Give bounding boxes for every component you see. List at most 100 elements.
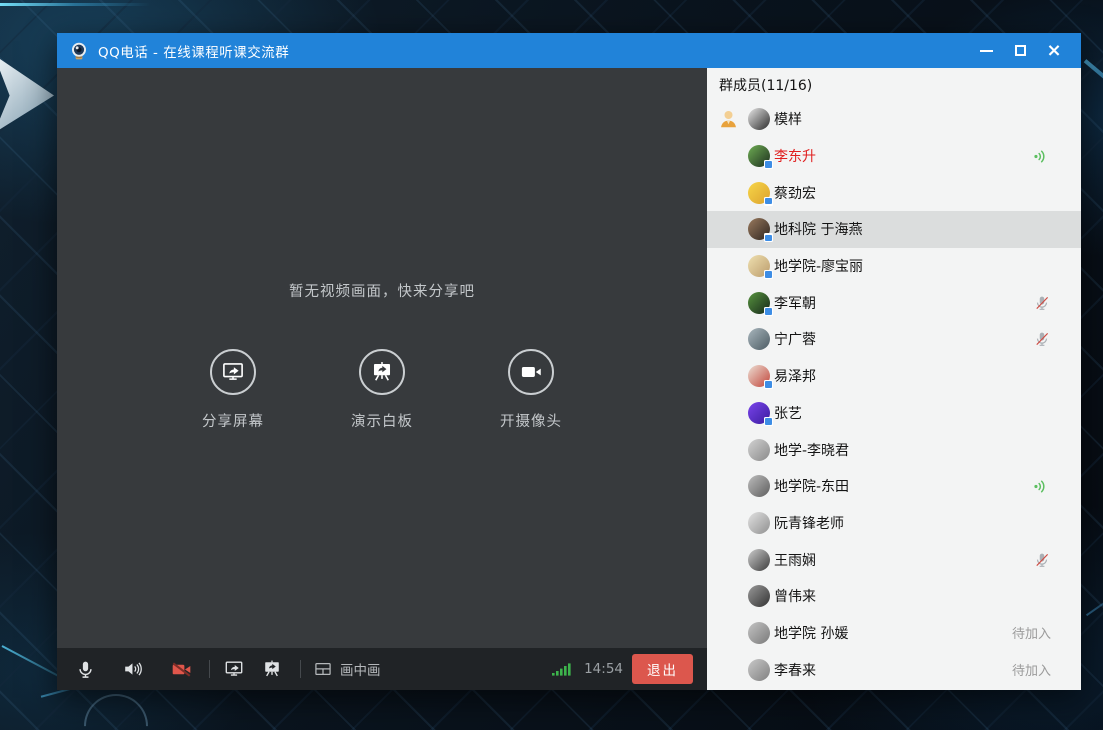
owner-icon <box>718 108 739 129</box>
mobile-badge <box>764 197 773 206</box>
member-row[interactable]: 张艺 <box>707 395 1081 432</box>
avatar <box>748 108 770 130</box>
member-row[interactable]: 王雨娴 <box>707 541 1081 578</box>
member-name: 曾伟来 <box>774 586 816 606</box>
avatar <box>748 475 770 497</box>
member-name: 地科院 于海燕 <box>774 219 862 239</box>
minimize-button[interactable] <box>969 38 1003 64</box>
mobile-badge <box>764 307 773 316</box>
avatar <box>748 659 770 681</box>
toolbar-right: 14:54 退出 <box>551 654 693 684</box>
titlebar[interactable]: QQ电话 - 在线课程听课交流群 × <box>57 33 1081 68</box>
member-row[interactable]: 易泽邦 <box>707 358 1081 395</box>
members-panel: 群成员(11/16) 模样李东升 蔡劲宏地科院 于海燕地学院-廖宝丽李军朝 宁广… <box>707 68 1081 690</box>
member-row[interactable]: 曾伟来 <box>707 578 1081 615</box>
muted-mic-icon <box>1033 551 1051 569</box>
member-row[interactable]: 宁广蓉 <box>707 321 1081 358</box>
window-controls: × <box>969 38 1071 64</box>
member-name: 李军朝 <box>774 293 816 313</box>
toolbar-separator <box>209 660 210 678</box>
qq-call-logo-icon <box>69 41 89 61</box>
member-name: 地学院-廖宝丽 <box>774 256 863 276</box>
light-streak <box>1086 586 1103 616</box>
avatar <box>748 585 770 607</box>
avatar <box>748 512 770 534</box>
avatar <box>748 255 770 277</box>
member-name: 李东升 <box>774 146 816 166</box>
mobile-badge <box>764 380 773 389</box>
muted-mic-icon <box>1033 294 1051 312</box>
pending-label: 待加入 <box>1012 623 1051 642</box>
camera-icon <box>508 349 554 395</box>
share-screen-button[interactable]: 分享屏幕 <box>202 349 264 431</box>
member-name: 模样 <box>774 109 802 129</box>
member-name: 地学院-东田 <box>774 476 849 496</box>
avatar <box>748 328 770 350</box>
speaker-button[interactable] <box>121 657 145 681</box>
share-screen-toolbar-button[interactable] <box>222 657 246 681</box>
member-row[interactable]: 地学-李晓君 <box>707 431 1081 468</box>
camera-button[interactable]: 开摄像头 <box>500 349 562 431</box>
mobile-badge <box>764 270 773 279</box>
window-title: QQ电话 - 在线课程听课交流群 <box>98 41 289 61</box>
action-label: 开摄像头 <box>500 410 562 431</box>
member-row[interactable]: 李春来 待加入 <box>707 651 1081 688</box>
maximize-icon <box>1015 45 1026 56</box>
member-name: 地学院 孙媛 <box>774 623 848 643</box>
camera-off-button[interactable] <box>169 657 193 681</box>
member-row[interactable]: 地学院-廖宝丽 <box>707 248 1081 285</box>
member-row[interactable]: 阮青锋老师 <box>707 505 1081 542</box>
avatar <box>748 182 770 204</box>
light-streak <box>0 3 150 6</box>
avatar <box>748 292 770 314</box>
arrow-decoration <box>0 55 54 133</box>
empty-video-message: 暂无视频画面，快来分享吧 <box>57 280 707 301</box>
member-row[interactable]: 模样 <box>707 101 1081 138</box>
member-list: 模样李东升 蔡劲宏地科院 于海燕地学院-廖宝丽李军朝 宁广蓉 易泽邦张艺地学-李… <box>707 101 1081 690</box>
light-streak <box>1084 59 1103 101</box>
member-row[interactable]: 蔡劲宏 <box>707 174 1081 211</box>
avatar <box>748 365 770 387</box>
member-name: 李春来 <box>774 660 816 680</box>
member-row[interactable]: 地科院 于海燕 <box>707 211 1081 248</box>
whiteboard-toolbar-button[interactable] <box>260 657 284 681</box>
pip-icon <box>313 659 333 679</box>
whiteboard-button[interactable]: 演示白板 <box>351 349 413 431</box>
avatar <box>748 145 770 167</box>
signal-icon <box>551 660 575 678</box>
speaking-icon <box>1032 477 1051 496</box>
video-area: 暂无视频画面，快来分享吧 分享屏幕 <box>57 68 707 690</box>
member-row[interactable]: 李东升 <box>707 138 1081 175</box>
mobile-badge <box>764 160 773 169</box>
qq-call-window: QQ电话 - 在线课程听课交流群 × 暂无视频画面，快来分享吧 <box>57 33 1081 690</box>
exit-button[interactable]: 退出 <box>632 654 693 684</box>
desktop-background: QQ电话 - 在线课程听课交流群 × 暂无视频画面，快来分享吧 <box>0 0 1103 730</box>
member-name: 易泽邦 <box>774 366 816 386</box>
action-buttons: 分享屏幕 演示白板 <box>57 349 707 431</box>
pending-label: 待加入 <box>1012 660 1051 679</box>
call-toolbar: 画中画 14:54 退出 <box>57 648 707 690</box>
member-row[interactable]: 地学院 孙媛 待加入 <box>707 615 1081 652</box>
avatar <box>748 439 770 461</box>
pip-button[interactable]: 画中画 <box>313 659 381 679</box>
call-duration: 14:54 <box>584 661 623 677</box>
member-row[interactable]: 李军朝 <box>707 284 1081 321</box>
maximize-button[interactable] <box>1003 38 1037 64</box>
member-name: 蔡劲宏 <box>774 183 816 203</box>
speaking-icon <box>1032 147 1051 166</box>
member-name: 张艺 <box>774 403 802 423</box>
member-name: 地学-李晓君 <box>774 440 849 460</box>
empty-state: 暂无视频画面，快来分享吧 分享屏幕 <box>57 280 707 431</box>
avatar <box>748 402 770 424</box>
avatar <box>748 549 770 571</box>
minimize-icon <box>980 50 993 52</box>
member-name: 王雨娴 <box>774 550 816 570</box>
mic-button[interactable] <box>73 657 97 681</box>
members-header: 群成员(11/16) <box>707 68 1081 101</box>
member-row[interactable]: 地学院-东田 <box>707 468 1081 505</box>
toolbar-separator <box>300 660 301 678</box>
muted-mic-icon <box>1033 330 1051 348</box>
close-button[interactable]: × <box>1037 38 1071 64</box>
whiteboard-icon <box>359 349 405 395</box>
mobile-badge <box>764 233 773 242</box>
